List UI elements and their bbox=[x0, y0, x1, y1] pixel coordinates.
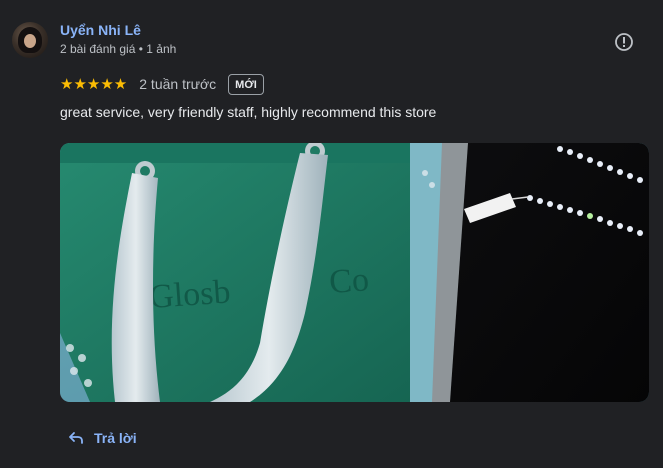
rating-row: ★★★★★ 2 tuần trước MỚI bbox=[60, 72, 264, 96]
new-badge: MỚI bbox=[228, 73, 264, 95]
review-time: 2 tuần trước bbox=[139, 76, 217, 92]
info-button[interactable] bbox=[614, 32, 634, 52]
review-text: great service, very friendly staff, high… bbox=[60, 104, 437, 120]
avatar[interactable] bbox=[12, 22, 48, 58]
svg-text:Glosb: Glosb bbox=[148, 273, 232, 316]
avatar-face bbox=[24, 34, 36, 48]
author-name[interactable]: Uyển Nhi Lê bbox=[60, 22, 141, 38]
reply-button[interactable]: Trả lời bbox=[68, 430, 137, 446]
svg-text:Co: Co bbox=[328, 261, 370, 301]
info-icon bbox=[615, 33, 633, 51]
reply-label: Trả lời bbox=[94, 430, 137, 446]
star-rating: ★★★★★ bbox=[60, 76, 128, 93]
reply-arrow-icon bbox=[69, 432, 83, 444]
author-meta: 2 bài đánh giá • 1 ảnh bbox=[60, 42, 177, 56]
photo-illustration: Glosb Co bbox=[60, 143, 649, 402]
review-photo[interactable]: Glosb Co bbox=[60, 143, 649, 402]
